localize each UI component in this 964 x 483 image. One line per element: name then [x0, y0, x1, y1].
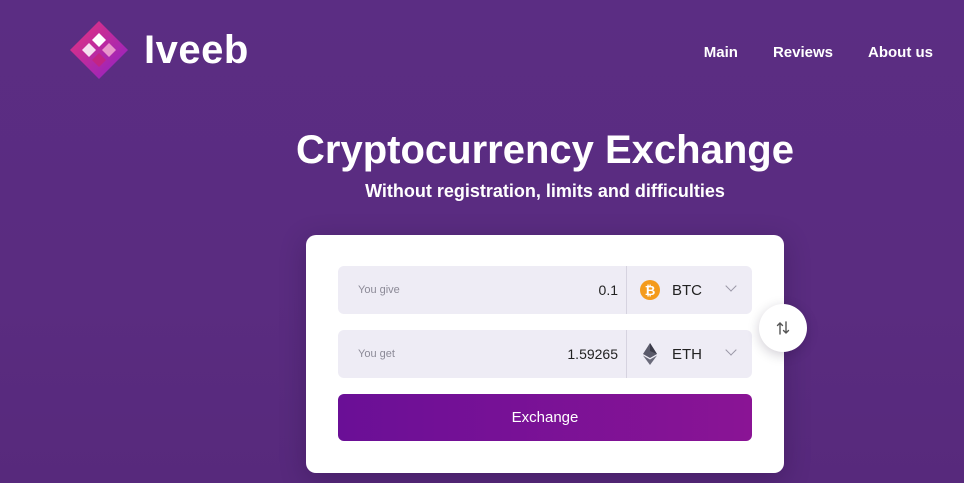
page-title: Cryptocurrency Exchange: [296, 128, 794, 172]
logo[interactable]: Iveeb: [68, 19, 249, 81]
nav-reviews[interactable]: Reviews: [773, 44, 833, 61]
exchange-button[interactable]: Exchange: [338, 394, 752, 441]
give-amount-input[interactable]: [458, 282, 618, 298]
exchange-card: You give ₿ BTC You get ETH Exchange: [306, 235, 784, 473]
get-currency-select[interactable]: ETH: [627, 330, 752, 378]
iveeb-logo-icon: [68, 19, 130, 81]
get-label: You get: [358, 348, 395, 360]
give-field: You give ₿ BTC: [338, 266, 752, 314]
page-subtitle: Without registration, limits and difficu…: [365, 181, 725, 201]
give-currency-select[interactable]: ₿ BTC: [627, 266, 752, 314]
nav-about-us[interactable]: About us: [868, 44, 933, 61]
get-amount-input[interactable]: [458, 346, 618, 362]
give-currency-code: BTC: [672, 281, 702, 299]
ethereum-icon: [640, 343, 660, 365]
get-currency-code: ETH: [672, 345, 702, 363]
nav-main[interactable]: Main: [704, 44, 738, 61]
top-nav: Main Reviews About us: [669, 44, 933, 61]
swap-arrows-icon[interactable]: [759, 304, 807, 352]
get-field: You get ETH: [338, 330, 752, 378]
chevron-down-icon: [725, 280, 737, 292]
brand-name: Iveeb: [144, 27, 249, 72]
chevron-down-icon: [725, 344, 737, 356]
bitcoin-icon: ₿: [640, 280, 660, 300]
give-label: You give: [358, 284, 400, 296]
